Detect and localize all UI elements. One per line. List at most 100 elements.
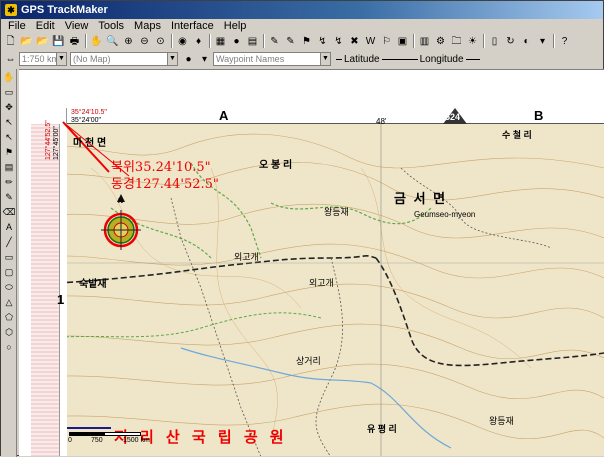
new-file-icon[interactable]: 🗋 bbox=[3, 34, 18, 49]
place-sangeori: 상거리 bbox=[296, 356, 321, 366]
zoom-fit-icon[interactable]: ⊙ bbox=[153, 34, 168, 49]
dot-icon[interactable]: ● bbox=[181, 52, 196, 67]
circle-tool-icon[interactable]: ○ bbox=[2, 340, 16, 354]
refresh-icon[interactable]: ↻ bbox=[503, 34, 518, 49]
menu-bar: File Edit View Tools Maps Interface Help bbox=[1, 19, 603, 33]
menu-view[interactable]: View bbox=[60, 20, 94, 32]
map-viewport[interactable]: A B 1 524 48' 35°24'10.5" 35°24'00" 127°… bbox=[19, 69, 604, 456]
grid-col-b: B bbox=[534, 108, 544, 123]
folder-icon[interactable]: 🗀 bbox=[449, 34, 464, 49]
rectangle-tool-icon[interactable]: ▭ bbox=[2, 250, 16, 264]
layers-tool-icon[interactable]: ▤ bbox=[2, 160, 16, 174]
drawing-toolbar: ✋ ▭ ✥ ↖ ↖ ⚑ ▤ ✏ ✎ ⌫ A ╱ ▭ ▢ ⬭ △ ⬠ ⬡ ○ bbox=[1, 69, 17, 457]
app-icon: ✱ bbox=[5, 4, 17, 16]
scale-label-1500: 1500 km bbox=[123, 437, 150, 444]
map-icon[interactable]: ▥ bbox=[417, 34, 432, 49]
longitude-label: Longitude bbox=[419, 53, 464, 65]
waypoint-tool-icon[interactable]: ⚑ bbox=[2, 145, 16, 159]
ellipse-tool-icon[interactable]: ⬭ bbox=[2, 280, 16, 294]
dropdown-arrow-icon[interactable]: ▾ bbox=[197, 52, 212, 67]
open-folder-icon[interactable]: 📂 bbox=[19, 34, 34, 49]
waypoint-names-select[interactable]: Waypoint Names ▼ bbox=[213, 52, 331, 66]
place-geumseo: 금 서 면 bbox=[394, 191, 448, 206]
delete-icon[interactable]: ✖ bbox=[347, 34, 362, 49]
map-select[interactable]: (No Map) ▼ bbox=[70, 52, 178, 66]
line-tool-icon[interactable]: ╱ bbox=[2, 235, 16, 249]
main-toolbar: 🗋 📂 📂 💾 🖶 ✋ 🔍 ⊕ ⊖ ⊙ ◉ ♦ ▦ ● ▤ ✎ ✎ ⚑ ↯ ↯ … bbox=[1, 33, 603, 49]
latitude-label: Latitude bbox=[344, 53, 380, 65]
zoom-out-icon[interactable]: ⊖ bbox=[137, 34, 152, 49]
help-icon[interactable]: ? bbox=[557, 34, 572, 49]
pointer-icon[interactable]: ↖ bbox=[2, 115, 16, 129]
grid-col-a: A bbox=[219, 108, 229, 123]
book-icon[interactable]: ▯ bbox=[487, 34, 502, 49]
text-tool-icon[interactable]: A bbox=[2, 220, 16, 234]
grid-number: 524 bbox=[445, 112, 461, 122]
flag-icon[interactable]: ⚐ bbox=[379, 34, 394, 49]
coordinate-readout: Latitude Longitude bbox=[334, 54, 482, 65]
track-tool-icon[interactable]: ✎ bbox=[2, 190, 16, 204]
scale-label-750: 750 bbox=[91, 437, 103, 444]
place-yupyeong: 유 평 리 bbox=[367, 424, 397, 434]
gps-icon[interactable]: ▣ bbox=[395, 34, 410, 49]
waypoint-icon[interactable]: ⚑ bbox=[299, 34, 314, 49]
globe-icon[interactable]: ● bbox=[229, 34, 244, 49]
place-suchul: 수 철 리 bbox=[502, 130, 532, 140]
zoom-box-icon[interactable]: ▭ bbox=[2, 85, 16, 99]
print-icon[interactable]: 🖶 bbox=[67, 34, 82, 49]
scale-bar bbox=[69, 432, 141, 436]
place-machon: 마 천 면 bbox=[73, 138, 107, 149]
corner-lat-label: 35°24'10.5" bbox=[71, 109, 107, 116]
place-wangdeung2: 왕등재 bbox=[489, 416, 514, 426]
route-icon[interactable]: ↯ bbox=[315, 34, 330, 49]
save-icon[interactable]: 💾 bbox=[51, 34, 66, 49]
eraser-icon[interactable]: ⌫ bbox=[2, 205, 16, 219]
menu-tools[interactable]: Tools bbox=[93, 20, 129, 32]
menu-help[interactable]: Help bbox=[219, 20, 252, 32]
open-folder2-icon[interactable]: 📂 bbox=[35, 34, 50, 49]
hand-tool-icon[interactable]: ✋ bbox=[2, 70, 16, 84]
menu-maps[interactable]: Maps bbox=[129, 20, 166, 32]
grid-row-1: 1 bbox=[57, 292, 65, 307]
zoom-icon[interactable]: 🔍 bbox=[105, 34, 120, 49]
place-geumseo-roman: Geumseo-myeon bbox=[414, 210, 476, 219]
lightbulb-icon[interactable]: ☀ bbox=[465, 34, 480, 49]
corner-lon-label: 127°44'52.5" bbox=[45, 120, 52, 160]
menu-edit[interactable]: Edit bbox=[31, 20, 60, 32]
track-edit-icon[interactable]: ✎ bbox=[283, 34, 298, 49]
route-edit-icon[interactable]: ↯ bbox=[331, 34, 346, 49]
triangle-tool-icon[interactable]: △ bbox=[2, 295, 16, 309]
chevron-down-icon[interactable]: ▾ bbox=[535, 34, 550, 49]
pencil-icon[interactable]: ✏ bbox=[2, 175, 16, 189]
layer-icon[interactable]: ▤ bbox=[245, 34, 260, 49]
scale-select[interactable]: 1:750 km ▼ bbox=[19, 52, 67, 66]
scale-icon: ⇔ bbox=[5, 53, 16, 65]
scale-label-0: 0 bbox=[68, 437, 72, 444]
place-obong: 오 봉 리 bbox=[259, 160, 293, 171]
title-bar: ✱ GPS TrackMaker bbox=[1, 1, 603, 19]
pan-icon[interactable]: ✥ bbox=[2, 100, 16, 114]
polygon-tool-icon[interactable]: ⬡ bbox=[2, 325, 16, 339]
secondary-toolbar: ⇔ 1:750 km ▼ (No Map) ▼ ● ▾ Waypoint Names… bbox=[1, 51, 603, 67]
compass-north-label: N bbox=[118, 198, 124, 205]
menu-interface[interactable]: Interface bbox=[166, 20, 219, 32]
place-oegogae: 외고개 bbox=[234, 252, 259, 262]
place-sukbat: 숙밭재 bbox=[79, 279, 107, 290]
rounded-rect-tool-icon[interactable]: ▢ bbox=[2, 265, 16, 279]
w-icon[interactable]: W bbox=[363, 34, 378, 49]
zoom-in-icon[interactable]: ⊕ bbox=[121, 34, 136, 49]
hand-icon[interactable]: ✋ bbox=[89, 34, 104, 49]
gear-icon[interactable]: ⚙ bbox=[433, 34, 448, 49]
grid-icon[interactable]: ▦ bbox=[213, 34, 228, 49]
satellite-icon[interactable]: ◐ bbox=[519, 34, 534, 49]
paint-icon[interactable]: ♦ bbox=[191, 34, 206, 49]
eye-icon[interactable]: ◉ bbox=[175, 34, 190, 49]
app-window: ✱ GPS TrackMaker File Edit View Tools Ma… bbox=[0, 0, 604, 457]
pentagon-tool-icon[interactable]: ⬠ bbox=[2, 310, 16, 324]
select-icon[interactable]: ↖ bbox=[2, 130, 16, 144]
track-icon[interactable]: ✎ bbox=[267, 34, 282, 49]
annotation-longitude: 동경127.44'52.5" bbox=[111, 177, 219, 192]
place-oegogae2: 외고개 bbox=[309, 278, 334, 288]
window-title: GPS TrackMaker bbox=[21, 4, 108, 16]
menu-file[interactable]: File bbox=[3, 20, 31, 32]
